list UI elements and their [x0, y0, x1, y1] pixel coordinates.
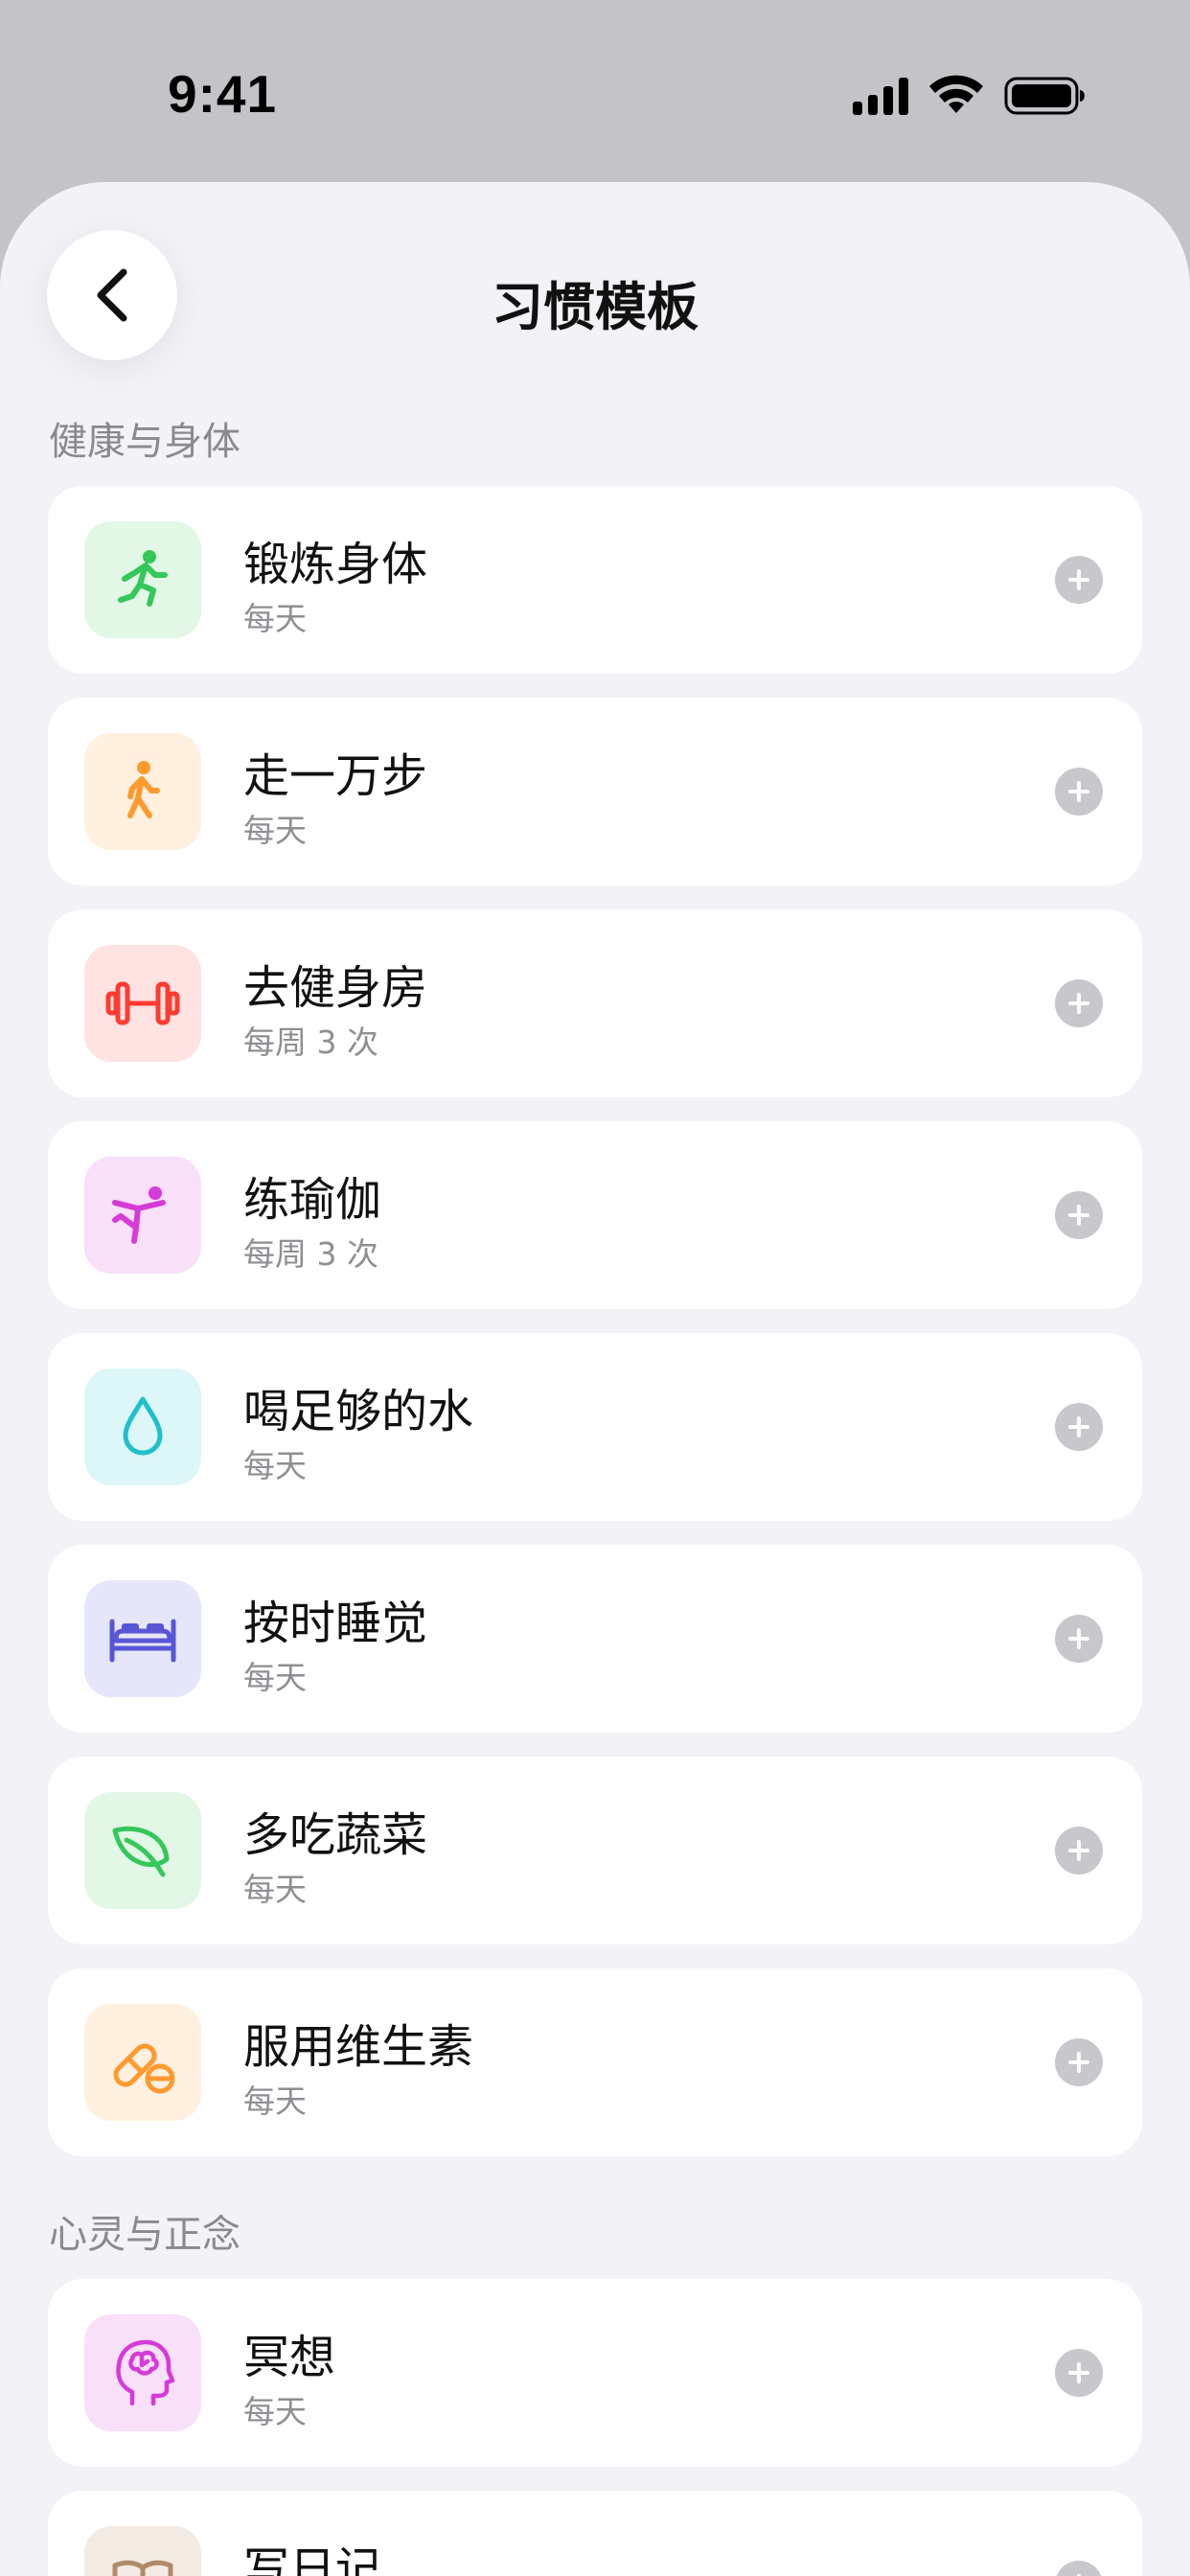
- habit-card-yoga[interactable]: 练瑜伽 每周 3 次: [48, 1121, 1142, 1309]
- habit-frequency: 每天: [243, 1871, 307, 1908]
- add-habit-button[interactable]: [1055, 1403, 1103, 1451]
- add-habit-button[interactable]: [1055, 2038, 1103, 2086]
- running-icon: [84, 521, 201, 638]
- add-habit-button[interactable]: [1055, 1191, 1103, 1239]
- habit-title: 练瑜伽: [243, 1173, 382, 1227]
- habit-frequency: 每周 3 次: [243, 1235, 378, 1273]
- cellular-signal-icon: [853, 78, 908, 115]
- brain-head-icon: [84, 2314, 201, 2431]
- habit-title: 多吃蔬菜: [243, 1808, 428, 1862]
- yoga-icon: [84, 1157, 201, 1274]
- section-header-mind: 心灵与正念: [49, 2213, 240, 2257]
- habit-title: 服用维生素: [243, 2020, 474, 2074]
- pills-icon: [84, 2004, 201, 2121]
- habit-card-water[interactable]: 喝足够的水 每天: [48, 1333, 1142, 1521]
- add-habit-button[interactable]: [1055, 1615, 1103, 1663]
- dumbbell-icon: [84, 945, 201, 1062]
- habit-frequency: 每天: [243, 2393, 307, 2430]
- habit-frequency: 每天: [243, 2082, 307, 2120]
- walking-icon: [84, 733, 201, 850]
- status-icons: [853, 75, 1085, 115]
- habit-card-meditate[interactable]: 冥想 每天: [48, 2279, 1142, 2467]
- add-habit-button[interactable]: [1055, 556, 1103, 604]
- add-habit-button[interactable]: [1055, 979, 1103, 1027]
- book-icon: [84, 2526, 201, 2576]
- habit-frequency: 每天: [243, 812, 307, 849]
- habit-title: 走一万步: [243, 749, 428, 803]
- plus-icon: [1068, 1840, 1089, 1861]
- plus-icon: [1068, 569, 1089, 590]
- habit-title: 去健身房: [243, 961, 428, 1015]
- plus-icon: [1068, 781, 1089, 802]
- page-title: 习惯模板: [492, 277, 698, 337]
- template-sheet: 习惯模板 健康与身体 锻炼身体 每天 走一万步 每天 去健身房 每周 3 次 练…: [0, 182, 1190, 2576]
- battery-icon: [1004, 77, 1085, 115]
- habit-title: 冥想: [243, 2331, 336, 2384]
- habit-frequency: 每天: [243, 600, 307, 637]
- habit-card-vitamins[interactable]: 服用维生素 每天: [48, 1968, 1142, 2156]
- plus-icon: [1068, 1628, 1089, 1649]
- leaf-icon: [84, 1792, 201, 1909]
- status-time: 9:41: [168, 64, 278, 124]
- habit-title: 按时睡觉: [243, 1597, 428, 1650]
- habit-title: 喝足够的水: [243, 1385, 474, 1438]
- water-drop-icon: [84, 1368, 201, 1485]
- plus-icon: [1068, 2362, 1089, 2383]
- habit-card-exercise[interactable]: 锻炼身体 每天: [48, 486, 1142, 674]
- habit-title: 写日记: [243, 2542, 382, 2576]
- plus-icon: [1068, 1205, 1089, 1226]
- status-bar: 9:41: [0, 0, 1190, 182]
- habit-card-walk[interactable]: 走一万步 每天: [48, 698, 1142, 886]
- add-habit-button[interactable]: [1055, 2561, 1103, 2576]
- habit-card-sleep[interactable]: 按时睡觉 每天: [48, 1545, 1142, 1733]
- habit-card-journal[interactable]: 写日记: [48, 2491, 1142, 2576]
- plus-icon: [1068, 2052, 1089, 2073]
- habit-card-gym[interactable]: 去健身房 每周 3 次: [48, 909, 1142, 1097]
- add-habit-button[interactable]: [1055, 2349, 1103, 2397]
- habit-card-vegetables[interactable]: 多吃蔬菜 每天: [48, 1757, 1142, 1944]
- habit-title: 锻炼身体: [243, 538, 428, 591]
- habit-frequency: 每天: [243, 1447, 307, 1484]
- bed-icon: [84, 1580, 201, 1697]
- plus-icon: [1068, 1416, 1089, 1438]
- section-header-health: 健康与身体: [49, 420, 240, 464]
- wifi-icon: [929, 75, 983, 113]
- habit-frequency: 每天: [243, 1659, 307, 1696]
- plus-icon: [1068, 993, 1089, 1014]
- add-habit-button[interactable]: [1055, 768, 1103, 816]
- add-habit-button[interactable]: [1055, 1827, 1103, 1874]
- habit-frequency: 每周 3 次: [243, 1024, 378, 1061]
